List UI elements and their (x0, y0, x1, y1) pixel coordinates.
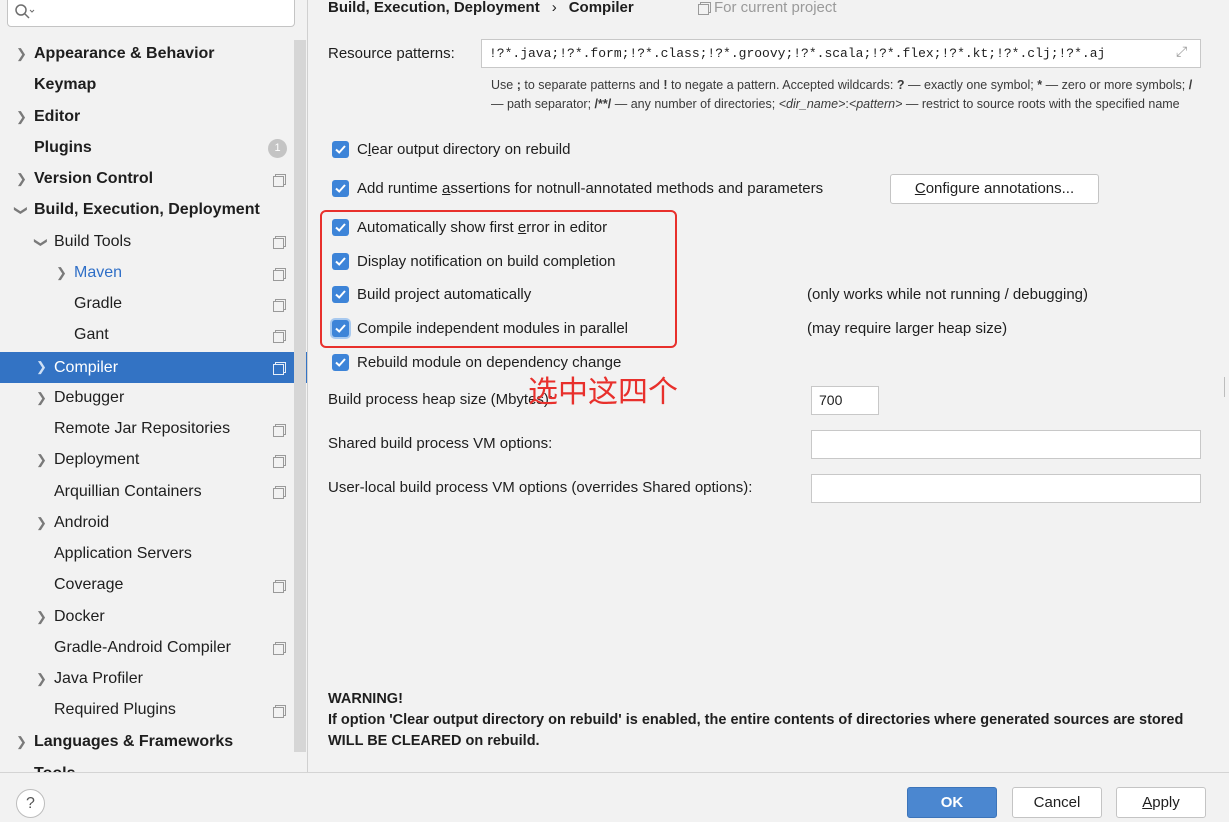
sidebar-item-docker[interactable]: Docker (54, 601, 105, 632)
chevron-right-icon[interactable]: ❯ (36, 359, 47, 375)
chevron-down-icon[interactable]: ❯ (33, 237, 49, 248)
sidebar-item-arquillian[interactable]: Arquillian Containers (54, 476, 202, 507)
sidebar-scrollbar[interactable] (294, 40, 306, 752)
cancel-button[interactable]: Cancel (1012, 787, 1102, 818)
project-scope-icon (273, 174, 286, 187)
rebuild-on-dependency-checkbox[interactable] (332, 354, 349, 371)
breadcrumb-separator: › (551, 0, 557, 16)
resource-patterns-label: Resource patterns: (328, 45, 455, 62)
help-icon[interactable]: ? (16, 789, 45, 818)
project-scope-icon (273, 362, 286, 375)
checkmark-icon (335, 184, 346, 193)
chevron-right-icon[interactable]: ❯ (16, 109, 27, 125)
sidebar-item-tools[interactable]: Tools (34, 762, 75, 772)
project-scope-icon (273, 268, 286, 281)
sidebar-item-editor[interactable]: Editor (34, 101, 80, 132)
project-scope-icon (273, 705, 286, 718)
sidebar-item-gradle[interactable]: Gradle (74, 288, 122, 319)
chevron-right-icon[interactable]: ❯ (56, 265, 67, 281)
project-scope-icon (273, 580, 286, 593)
chevron-right-icon[interactable]: ❯ (36, 609, 47, 625)
sidebar-item-compiler[interactable]: Compiler (54, 352, 118, 383)
chevron-right-icon[interactable]: ❯ (16, 46, 27, 62)
heap-size-input[interactable]: 700 (811, 386, 879, 415)
runtime-assertions-checkbox[interactable] (332, 180, 349, 197)
chevron-right-icon[interactable]: ❯ (16, 171, 27, 187)
user-vm-options-label: User-local build process VM options (ove… (328, 479, 753, 496)
apply-button[interactable]: Apply (1116, 787, 1206, 818)
search-icon (15, 4, 35, 19)
project-scope-icon (273, 424, 286, 437)
sidebar-item-debugger[interactable]: Debugger (54, 382, 124, 413)
checkmark-icon (335, 145, 346, 154)
project-scope-icon (273, 236, 286, 249)
resource-patterns-hint: Use ; to separate patterns and ! to nega… (491, 78, 1193, 111)
project-scope-icon (273, 455, 286, 468)
warning-title: WARNING! (328, 691, 403, 707)
plugins-update-badge: 1 (268, 139, 287, 158)
project-scope-icon (273, 642, 286, 655)
project-scope-icon (698, 2, 711, 15)
project-scope-icon (273, 486, 286, 499)
chevron-right-icon[interactable]: ❯ (36, 671, 47, 687)
sidebar-item-app-servers[interactable]: Application Servers (54, 538, 192, 569)
scope-label: For current project (714, 0, 837, 16)
sidebar-item-required-plugins[interactable]: Required Plugins (54, 694, 176, 725)
compiler-settings-panel: Build, Execution, Deployment › Compiler Fo… (308, 0, 1229, 772)
expand-icon[interactable]: ⤢ (1176, 43, 1187, 60)
sidebar-item-build-execution[interactable]: Build, Execution, Deployment (34, 194, 260, 225)
breadcrumb-parent: Build, Execution, Deployment (328, 0, 540, 16)
breadcrumb: Build, Execution, Deployment › Compiler (328, 0, 634, 16)
sidebar-item-appearance[interactable]: Appearance & Behavior (34, 38, 215, 69)
sidebar-item-keymap[interactable]: Keymap (34, 69, 96, 100)
sidebar-item-java-profiler[interactable]: Java Profiler (54, 663, 143, 694)
dialog-footer: ? OK Cancel Apply (0, 772, 1229, 822)
parallel-compile-note: (may require larger heap size) (807, 320, 1008, 337)
sidebar-item-plugins[interactable]: Plugins (34, 132, 92, 163)
warning-message: WARNING! If option 'Clear output directo… (328, 689, 1198, 752)
sidebar-clip: Tools (0, 762, 294, 772)
configure-annotations-button[interactable]: Configure annotations... (890, 174, 1099, 204)
shared-vm-options-input[interactable] (811, 430, 1201, 459)
ok-button[interactable]: OK (907, 787, 997, 818)
checkmark-icon (335, 358, 346, 367)
sidebar-item-version-control[interactable]: Version Control (34, 163, 153, 194)
settings-sidebar: ❯ Appearance & Behavior Keymap ❯ Editor … (0, 0, 308, 772)
search-input[interactable] (7, 0, 295, 27)
shared-vm-options-label: Shared build process VM options: (328, 435, 553, 452)
build-automatically-note: (only works while not running / debuggin… (807, 286, 1088, 303)
project-scope-icon (273, 299, 286, 312)
chevron-right-icon[interactable]: ❯ (16, 734, 27, 750)
warning-body: If option 'Clear output directory on reb… (328, 712, 1184, 749)
clear-output-checkbox[interactable] (332, 141, 349, 158)
chevron-right-icon[interactable]: ❯ (36, 452, 47, 468)
runtime-assertions-label[interactable]: Add runtime assertions for notnull-annot… (357, 180, 823, 197)
sidebar-item-languages[interactable]: Languages & Frameworks (34, 726, 233, 757)
sidebar-item-remote-jar[interactable]: Remote Jar Repositories (54, 413, 230, 444)
sidebar-item-deployment[interactable]: Deployment (54, 444, 139, 475)
sidebar-item-gradle-android[interactable]: Gradle-Android Compiler (54, 632, 231, 663)
project-scope-icon (273, 330, 286, 343)
annotation-text: 选中这四个 (528, 375, 678, 410)
divider (1224, 377, 1225, 397)
chevron-right-icon[interactable]: ❯ (36, 390, 47, 406)
sidebar-item-maven[interactable]: Maven (74, 257, 122, 288)
heap-size-label: Build process heap size (Mbytes): (328, 391, 554, 408)
annotation-highlight-box (320, 210, 677, 348)
chevron-down-icon[interactable]: ❯ (13, 205, 29, 216)
sidebar-item-gant[interactable]: Gant (74, 319, 109, 350)
sidebar-item-build-tools[interactable]: Build Tools (54, 226, 131, 257)
chevron-right-icon[interactable]: ❯ (36, 515, 47, 531)
clear-output-label[interactable]: Clear output directory on rebuild (357, 141, 570, 158)
resource-patterns-input[interactable]: !?*.java;!?*.form;!?*.class;!?*.groovy;!… (481, 39, 1201, 68)
breadcrumb-current: Compiler (568, 0, 634, 16)
sidebar-item-android[interactable]: Android (54, 507, 109, 538)
user-vm-options-input[interactable] (811, 474, 1201, 503)
sidebar-item-coverage[interactable]: Coverage (54, 569, 123, 600)
